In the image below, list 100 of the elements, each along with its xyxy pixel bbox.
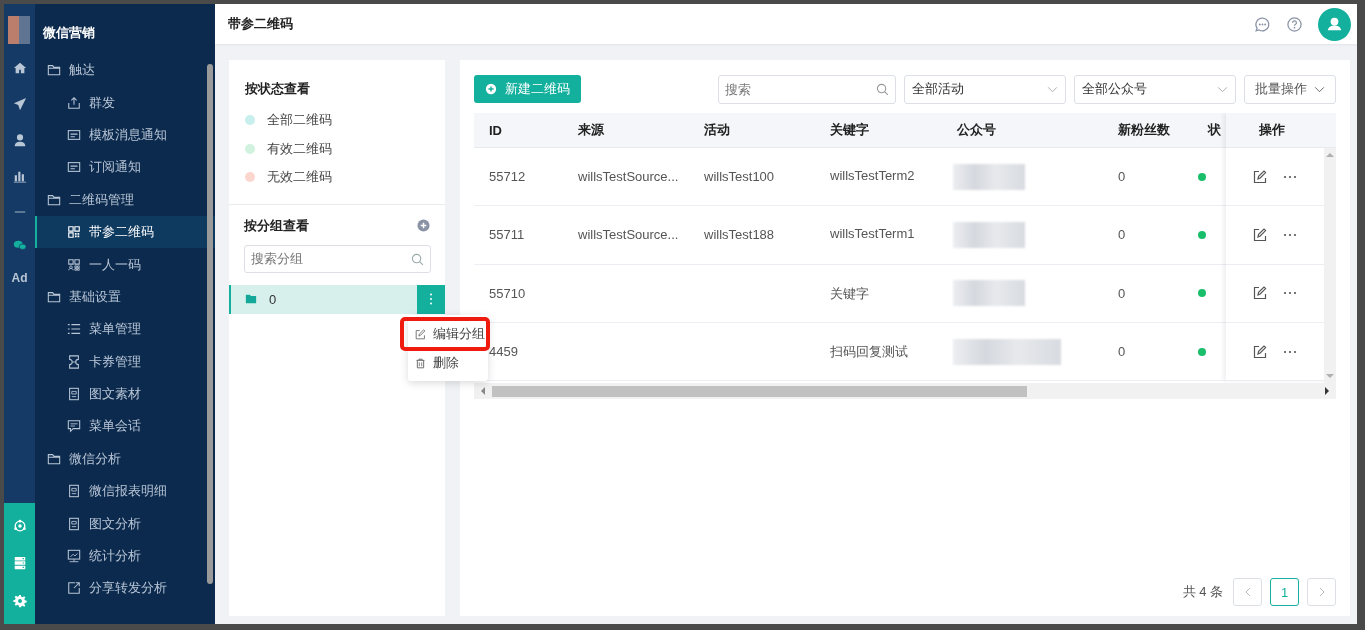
more-icon[interactable]	[1283, 291, 1297, 296]
send-icon[interactable]	[12, 97, 27, 111]
scroll-up-icon[interactable]	[1326, 152, 1334, 158]
menu-item[interactable]: 带参二维码	[35, 215, 215, 249]
wechat-icon[interactable]	[12, 238, 27, 252]
menu-item[interactable]: 图文素材	[35, 377, 215, 411]
edit-icon[interactable]	[1253, 227, 1267, 242]
kebab-icon	[429, 292, 433, 306]
add-icon	[485, 83, 497, 95]
table-cell: willsTestTerm2	[830, 168, 915, 183]
more-icon[interactable]	[1283, 349, 1297, 354]
status-filter[interactable]: 有效二维码	[245, 134, 332, 163]
chat-icon[interactable]	[1254, 15, 1271, 33]
folder-icon	[47, 451, 61, 466]
document-icon	[67, 516, 81, 531]
qr-code-icon	[67, 225, 81, 240]
menu-group[interactable]: 基础设置	[35, 280, 215, 314]
menu-item[interactable]: 统计分析	[35, 539, 215, 573]
folder-icon	[245, 293, 257, 305]
menu-item[interactable]: 分享转发分析	[35, 572, 215, 605]
upload-icon	[67, 95, 81, 110]
avatar-icon[interactable]	[1318, 7, 1351, 41]
search-icon	[876, 82, 889, 96]
folder-icon	[47, 289, 61, 304]
add-icon[interactable]	[417, 219, 430, 232]
table-cell: willsTest100	[704, 169, 775, 185]
edit-icon[interactable]	[1253, 169, 1267, 184]
scrollbar-thumb[interactable]	[492, 385, 1027, 397]
document-icon	[67, 387, 81, 402]
menu-item[interactable]: 图文分析	[35, 507, 215, 540]
chat-icon	[67, 419, 81, 434]
trash-icon	[415, 357, 426, 369]
search-icon	[411, 252, 424, 266]
scrollbar-thumb[interactable]	[207, 64, 213, 584]
help-icon[interactable]	[1286, 15, 1303, 33]
scrollbar-track[interactable]	[474, 383, 1336, 399]
table-cell: willsTestSource...	[578, 169, 679, 185]
menu-item[interactable]: 订阅通知	[35, 151, 215, 184]
menu-item[interactable]: 删除	[408, 349, 488, 377]
edit-icon[interactable]	[1253, 286, 1267, 301]
blurred-text	[953, 221, 1025, 248]
scroll-down-icon[interactable]	[1326, 373, 1334, 379]
filter-dropdown[interactable]: 全部活动	[904, 74, 1066, 104]
folder-icon	[47, 63, 61, 78]
bar-chart-icon[interactable]	[12, 169, 27, 183]
menu-item[interactable]: 菜单管理	[35, 313, 215, 346]
table-cell: 0	[1118, 169, 1126, 185]
column-header: 公众号	[942, 113, 1103, 148]
menu-item[interactable]: 微信报表明细	[35, 475, 215, 508]
batch-dropdown[interactable]: 批量操作	[1244, 74, 1336, 104]
menu-group[interactable]: 二维码管理	[35, 183, 215, 216]
menu-group[interactable]: 触达	[35, 54, 215, 87]
message-icon	[67, 160, 81, 175]
caret-icon	[1217, 85, 1228, 93]
server-icon[interactable]	[12, 556, 27, 571]
menu-group[interactable]: 微信分析	[35, 442, 215, 476]
page-title: 带参二维码	[228, 15, 293, 33]
scrollbar-track[interactable]	[1324, 148, 1336, 383]
ad-link[interactable]: Ad	[11, 271, 28, 285]
total-count: 共 4 条	[1182, 583, 1223, 601]
app-title: 微信营销	[43, 24, 95, 42]
column-header: ID	[474, 113, 563, 148]
blurred-text	[953, 163, 1025, 190]
table-cell: 55712	[489, 169, 526, 185]
scroll-right-icon[interactable]	[1324, 387, 1330, 395]
caret-icon	[1047, 85, 1058, 93]
filter-dropdown[interactable]: 全部公众号	[1074, 74, 1236, 104]
message-icon	[67, 127, 81, 142]
menu-item[interactable]: 菜单会话	[35, 410, 215, 443]
menu-item[interactable]: 群发	[35, 86, 215, 119]
table-cell: 0	[1118, 227, 1126, 243]
status-filter[interactable]: 全部二维码	[245, 106, 332, 135]
caret-icon	[1314, 85, 1325, 93]
home-icon[interactable]	[12, 61, 27, 75]
more-icon[interactable]	[1283, 174, 1297, 179]
settings-icon[interactable]	[12, 594, 27, 609]
status-filter[interactable]: 无效二维码	[245, 163, 332, 192]
search-field[interactable]: 搜索	[718, 74, 896, 104]
column-header: 活动	[689, 113, 815, 148]
search-field[interactable]: 搜索分组	[244, 244, 431, 273]
more-icon[interactable]	[1283, 232, 1297, 237]
user-icon[interactable]	[12, 133, 27, 147]
edit-icon	[415, 328, 426, 340]
menu-item[interactable]: 模板消息通知	[35, 118, 215, 152]
menu-item[interactable]: 一人一码	[35, 248, 215, 281]
menu-item[interactable]: 编辑分组	[402, 319, 488, 349]
edit-icon[interactable]	[1253, 344, 1267, 359]
orbit-icon[interactable]	[12, 518, 27, 533]
document-icon	[67, 484, 81, 499]
table-cell: 55710	[489, 285, 526, 301]
table-cell: willsTest188	[704, 227, 775, 243]
qr-code-icon	[67, 257, 81, 272]
table-cell: 55711	[489, 227, 525, 243]
section-title: 按分组查看	[244, 216, 309, 235]
section-title: 按状态查看	[245, 80, 311, 98]
more-button[interactable]	[417, 284, 445, 314]
table-cell: 关键字	[830, 284, 869, 303]
scroll-left-icon[interactable]	[480, 387, 486, 395]
menu-item[interactable]: 卡券管理	[35, 345, 215, 378]
logo-image	[8, 16, 30, 44]
